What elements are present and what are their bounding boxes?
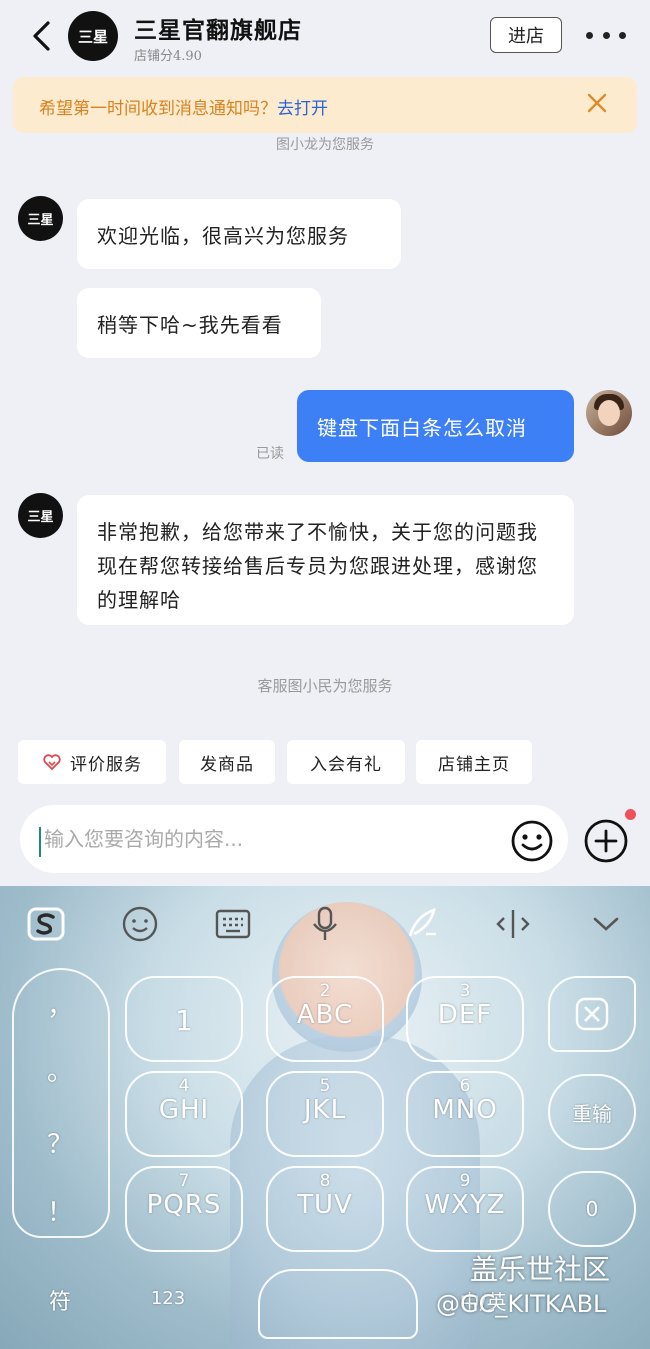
emoji-icon[interactable]	[510, 819, 554, 863]
delete-key[interactable]	[548, 976, 636, 1052]
key-6[interactable]: 6 MNO	[406, 1071, 524, 1157]
back-button[interactable]	[28, 18, 56, 54]
shop-score: 店铺分4.90	[134, 49, 202, 64]
chevron-down-icon[interactable]	[586, 904, 626, 944]
message-bubble: 稍等下哈~我先看看	[77, 288, 321, 358]
key-7[interactable]: 7 PQRS	[125, 1166, 243, 1252]
period-key[interactable]: 。	[40, 1051, 80, 1088]
number-key[interactable]: 123	[140, 1288, 196, 1309]
notification-dot	[625, 809, 636, 820]
more-icon[interactable]	[586, 22, 626, 48]
key-4[interactable]: 4 GHI	[125, 1071, 243, 1157]
sogou-logo-icon[interactable]	[26, 904, 66, 944]
key-1[interactable]: 1	[125, 976, 243, 1062]
read-status: 已读	[256, 446, 284, 462]
handwriting-icon[interactable]	[402, 904, 442, 944]
key-2[interactable]: 2 ABC	[266, 976, 384, 1062]
microphone-icon[interactable]	[305, 904, 345, 944]
rate-service-button[interactable]: 评价服务	[18, 740, 166, 784]
key-3[interactable]: 3 DEF	[406, 976, 524, 1062]
comma-key[interactable]: ，	[40, 986, 80, 1023]
membership-gift-button[interactable]: 入会有礼	[287, 740, 405, 784]
enter-shop-button[interactable]: 进店	[490, 17, 562, 53]
question-key[interactable]: ？	[40, 1124, 80, 1161]
shop-home-button[interactable]: 店铺主页	[416, 740, 532, 784]
agent-avatar[interactable]: 三星	[18, 196, 63, 241]
message-input[interactable]	[44, 819, 484, 859]
input-bar	[0, 800, 650, 886]
shop-name[interactable]: 三星官翻旗舰店	[134, 11, 302, 45]
service-agent-tip: 图小龙为您服务	[276, 137, 374, 153]
send-product-button[interactable]: 发商品	[179, 740, 275, 784]
exclamation-key[interactable]: ！	[40, 1192, 80, 1229]
message-bubble: 欢迎光临，很高兴为您服务	[77, 199, 401, 269]
my-message-bubble: 键盘下面白条怎么取消	[297, 390, 574, 462]
heart-icon	[43, 754, 61, 771]
chevron-left-icon	[33, 21, 50, 51]
emoji-icon[interactable]	[120, 904, 160, 944]
message-bubble: 非常抱歉，给您带来了不愉快，关于您的问题我现在帮您转接给售后专员为您跟进处理，感…	[77, 495, 574, 625]
watermark-handle: @GC_KITKABL	[436, 1290, 607, 1318]
shop-logo[interactable]: 三星	[68, 11, 118, 61]
notice-open-link[interactable]: 去打开	[277, 99, 328, 119]
key-8[interactable]: 8 TUV	[266, 1166, 384, 1252]
watermark-title: 盖乐世社区	[470, 1253, 611, 1286]
user-avatar[interactable]	[586, 390, 632, 436]
close-icon	[575, 997, 609, 1031]
symbol-key[interactable]: 符	[40, 1284, 80, 1316]
notice-text: 希望第一时间收到消息通知吗？	[39, 99, 277, 119]
message-input-box[interactable]	[20, 805, 568, 873]
rate-service-label: 评价服务	[70, 754, 142, 775]
space-key[interactable]	[258, 1269, 418, 1339]
notification-banner: 希望第一时间收到消息通知吗？去打开	[13, 77, 637, 133]
key-9[interactable]: 9 WXYZ	[406, 1166, 524, 1252]
agent-avatar[interactable]: 三星	[18, 493, 63, 538]
service-transfer-tip: 客服图小民为您服务	[257, 677, 393, 695]
reset-key[interactable]: 重输	[548, 1074, 636, 1150]
keyboard-icon[interactable]	[213, 904, 253, 944]
key-5[interactable]: 5 JKL	[266, 1071, 384, 1157]
close-icon[interactable]	[585, 91, 609, 115]
key-0[interactable]: 0	[548, 1171, 636, 1247]
keyboard-toolbar	[0, 886, 650, 964]
chat-header: 三星 三星官翻旗舰店 店铺分4.90 进店	[0, 0, 650, 72]
plus-icon[interactable]	[583, 818, 629, 864]
cursor-move-icon[interactable]	[493, 904, 533, 944]
ime-keyboard: ， 。 ？ ！ 1 2 ABC 3 DEF 4 GHI 5 JKL 6 MNO 7 PQRS…	[0, 886, 650, 1349]
